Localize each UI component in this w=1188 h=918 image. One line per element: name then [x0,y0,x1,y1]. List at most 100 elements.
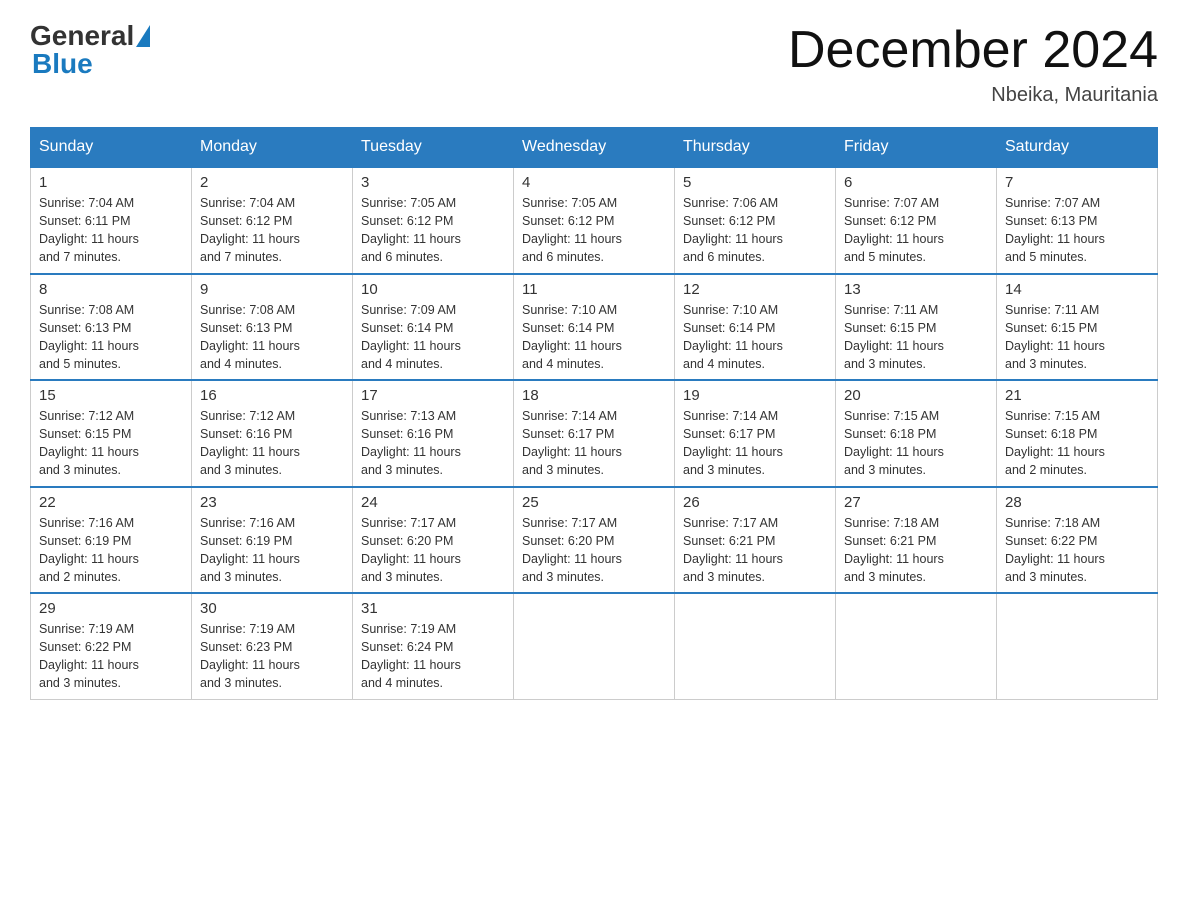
calendar-cell: 22 Sunrise: 7:16 AM Sunset: 6:19 PM Dayli… [31,487,192,594]
day-info: Sunrise: 7:12 AM Sunset: 6:15 PM Dayligh… [39,407,183,480]
calendar-cell: 7 Sunrise: 7:07 AM Sunset: 6:13 PM Daylig… [997,167,1158,274]
calendar-cell [836,593,997,699]
day-number: 17 [361,387,505,404]
day-info: Sunrise: 7:16 AM Sunset: 6:19 PM Dayligh… [200,514,344,587]
day-number: 7 [1005,174,1149,191]
title-section: December 2024 Nbeika, Mauritania [788,20,1158,107]
day-number: 4 [522,174,666,191]
calendar-cell: 19 Sunrise: 7:14 AM Sunset: 6:17 PM Dayli… [675,380,836,487]
day-number: 8 [39,281,183,298]
calendar-cell: 8Sunrise: 7:08 AM Sunset: 6:13 PM Daylig… [31,274,192,381]
calendar-cell: 12 Sunrise: 7:10 AM Sunset: 6:14 PM Dayli… [675,274,836,381]
day-number: 14 [1005,281,1149,298]
calendar-cell: 27 Sunrise: 7:18 AM Sunset: 6:21 PM Dayli… [836,487,997,594]
calendar-cell: 17 Sunrise: 7:13 AM Sunset: 6:16 PM Dayli… [353,380,514,487]
calendar-cell: 14Sunrise: 7:11 AM Sunset: 6:15 PM Dayli… [997,274,1158,381]
day-info: Sunrise: 7:09 AM Sunset: 6:14 PM Dayligh… [361,301,505,374]
day-info: Sunrise: 7:18 AM Sunset: 6:21 PM Dayligh… [844,514,988,587]
day-number: 28 [1005,494,1149,511]
day-number: 9 [200,281,344,298]
day-number: 18 [522,387,666,404]
calendar-cell: 16Sunrise: 7:12 AM Sunset: 6:16 PM Dayli… [192,380,353,487]
calendar-week-row: 22 Sunrise: 7:16 AM Sunset: 6:19 PM Dayli… [31,487,1158,594]
calendar-cell: 28 Sunrise: 7:18 AM Sunset: 6:22 PM Dayli… [997,487,1158,594]
day-number: 27 [844,494,988,511]
day-info: Sunrise: 7:04 AM Sunset: 6:11 PM Dayligh… [39,194,183,267]
day-number: 24 [361,494,505,511]
calendar-cell: 10 Sunrise: 7:09 AM Sunset: 6:14 PM Dayli… [353,274,514,381]
day-number: 26 [683,494,827,511]
location-text: Nbeika, Mauritania [788,84,1158,107]
calendar-day-header: Sunday [31,128,192,168]
day-number: 13 [844,281,988,298]
day-number: 31 [361,600,505,617]
calendar-week-row: 8 Sunrise: 7:08 AM Sunset: 6:13 PM Daylig… [31,274,1158,381]
day-number: 3 [361,174,505,191]
calendar-cell: 25 Sunrise: 7:17 AM Sunset: 6:20 PM Dayli… [514,487,675,594]
logo-triangle-icon [136,25,150,47]
calendar-cell: 26 Sunrise: 7:17 AM Sunset: 6:21 PM Dayli… [675,487,836,594]
day-info: Sunrise: 7:10 AM Sunset: 6:14 PM Dayligh… [683,301,827,374]
day-info: Sunrise: 7:14 AM Sunset: 6:17 PM Dayligh… [522,407,666,480]
day-number: 30 [200,600,344,617]
day-number: 22 [39,494,183,511]
day-info: Sunrise: 7:18 AM Sunset: 6:22 PM Dayligh… [1005,514,1149,587]
day-number: 15 [39,387,183,404]
day-number: 19 [683,387,827,404]
calendar-cell [997,593,1158,699]
day-info: Sunrise: 7:17 AM Sunset: 6:20 PM Dayligh… [361,514,505,587]
day-number: 12 [683,281,827,298]
calendar-day-header: Monday [192,128,353,168]
calendar-cell: 5Sunrise: 7:06 AM Sunset: 6:12 PM Daylig… [675,167,836,274]
day-number: 23 [200,494,344,511]
calendar-cell: 18 Sunrise: 7:14 AM Sunset: 6:17 PM Dayli… [514,380,675,487]
day-info: Sunrise: 7:13 AM Sunset: 6:16 PM Dayligh… [361,407,505,480]
day-info: Sunrise: 7:07 AM Sunset: 6:13 PM Dayligh… [1005,194,1149,267]
day-info: Sunrise: 7:17 AM Sunset: 6:21 PM Dayligh… [683,514,827,587]
day-number: 21 [1005,387,1149,404]
calendar-header-row: SundayMondayTuesdayWednesdayThursdayFrid… [31,128,1158,168]
day-info: Sunrise: 7:11 AM Sunset: 6:15 PM Dayligh… [844,301,988,374]
day-number: 10 [361,281,505,298]
day-info: Sunrise: 7:19 AM Sunset: 6:23 PM Dayligh… [200,620,344,693]
calendar-cell: 29Sunrise: 7:19 AM Sunset: 6:22 PM Dayli… [31,593,192,699]
calendar-cell: 23 Sunrise: 7:16 AM Sunset: 6:19 PM Dayli… [192,487,353,594]
calendar-table: SundayMondayTuesdayWednesdayThursdayFrid… [30,127,1158,700]
day-info: Sunrise: 7:05 AM Sunset: 6:12 PM Dayligh… [361,194,505,267]
day-info: Sunrise: 7:05 AM Sunset: 6:12 PM Dayligh… [522,194,666,267]
calendar-cell: 1Sunrise: 7:04 AM Sunset: 6:11 PM Daylig… [31,167,192,274]
day-info: Sunrise: 7:16 AM Sunset: 6:19 PM Dayligh… [39,514,183,587]
day-info: Sunrise: 7:14 AM Sunset: 6:17 PM Dayligh… [683,407,827,480]
day-info: Sunrise: 7:17 AM Sunset: 6:20 PM Dayligh… [522,514,666,587]
calendar-day-header: Wednesday [514,128,675,168]
day-info: Sunrise: 7:10 AM Sunset: 6:14 PM Dayligh… [522,301,666,374]
calendar-cell: 4 Sunrise: 7:05 AM Sunset: 6:12 PM Daylig… [514,167,675,274]
calendar-day-header: Friday [836,128,997,168]
calendar-cell: 2Sunrise: 7:04 AM Sunset: 6:12 PM Daylig… [192,167,353,274]
day-info: Sunrise: 7:19 AM Sunset: 6:24 PM Dayligh… [361,620,505,693]
day-number: 6 [844,174,988,191]
calendar-cell: 21 Sunrise: 7:15 AM Sunset: 6:18 PM Dayli… [997,380,1158,487]
calendar-week-row: 1Sunrise: 7:04 AM Sunset: 6:11 PM Daylig… [31,167,1158,274]
calendar-cell: 30 Sunrise: 7:19 AM Sunset: 6:23 PM Dayli… [192,593,353,699]
day-info: Sunrise: 7:19 AM Sunset: 6:22 PM Dayligh… [39,620,183,693]
calendar-cell: 3 Sunrise: 7:05 AM Sunset: 6:12 PM Daylig… [353,167,514,274]
calendar-cell [514,593,675,699]
day-info: Sunrise: 7:15 AM Sunset: 6:18 PM Dayligh… [1005,407,1149,480]
calendar-cell: 11Sunrise: 7:10 AM Sunset: 6:14 PM Dayli… [514,274,675,381]
day-info: Sunrise: 7:08 AM Sunset: 6:13 PM Dayligh… [200,301,344,374]
logo: General Blue [30,20,152,80]
day-info: Sunrise: 7:15 AM Sunset: 6:18 PM Dayligh… [844,407,988,480]
day-number: 20 [844,387,988,404]
calendar-cell: 13 Sunrise: 7:11 AM Sunset: 6:15 PM Dayli… [836,274,997,381]
calendar-cell: 6 Sunrise: 7:07 AM Sunset: 6:12 PM Daylig… [836,167,997,274]
calendar-week-row: 15 Sunrise: 7:12 AM Sunset: 6:15 PM Dayli… [31,380,1158,487]
day-info: Sunrise: 7:07 AM Sunset: 6:12 PM Dayligh… [844,194,988,267]
calendar-day-header: Thursday [675,128,836,168]
day-number: 2 [200,174,344,191]
calendar-cell [675,593,836,699]
calendar-day-header: Tuesday [353,128,514,168]
calendar-cell: 20 Sunrise: 7:15 AM Sunset: 6:18 PM Dayli… [836,380,997,487]
day-number: 25 [522,494,666,511]
day-info: Sunrise: 7:06 AM Sunset: 6:12 PM Dayligh… [683,194,827,267]
